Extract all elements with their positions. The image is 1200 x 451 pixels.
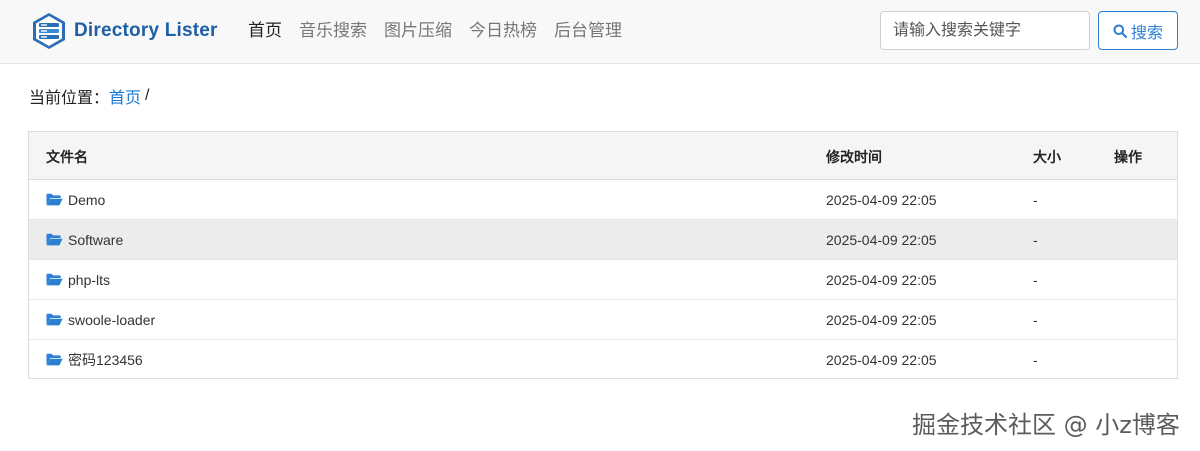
column-header-name[interactable]: 文件名: [46, 147, 88, 167]
table-row[interactable]: Demo 2025-04-09 22:05 -: [29, 180, 1177, 220]
file-name[interactable]: Software: [68, 231, 123, 249]
nav-item-image-compress[interactable]: 图片压缩: [384, 20, 452, 42]
breadcrumb-prefix: 当前位置：: [29, 90, 110, 107]
file-modified: 2025-04-09 22:05: [826, 232, 937, 248]
column-header-size[interactable]: 大小: [1033, 147, 1061, 167]
file-size: -: [1033, 192, 1038, 208]
main-nav: 首页 音乐搜索 图片压缩 今日热榜 后台管理: [248, 20, 639, 42]
watermark: 掘金技术社区 @ 小z博客: [912, 411, 1180, 439]
table-row[interactable]: Software 2025-04-09 22:05 -: [29, 220, 1177, 260]
nav-item-home[interactable]: 首页: [248, 20, 282, 42]
folder-open-icon: [46, 233, 63, 246]
table-header: 文件名 修改时间 大小 操作: [29, 132, 1177, 180]
nav-item-today-hot[interactable]: 今日热榜: [469, 20, 537, 42]
column-header-actions: 操作: [1114, 149, 1142, 165]
file-name[interactable]: Demo: [68, 191, 105, 209]
search-button-label: 搜索: [1130, 24, 1163, 42]
brand[interactable]: Directory Lister: [30, 12, 218, 50]
file-name[interactable]: 密码123456: [68, 351, 143, 369]
breadcrumb-home-link[interactable]: 首页: [109, 84, 141, 108]
file-modified: 2025-04-09 22:05: [826, 192, 937, 208]
table-row[interactable]: 密码123456 2025-04-09 22:05 -: [29, 340, 1177, 380]
file-modified: 2025-04-09 22:05: [826, 272, 937, 288]
file-modified: 2025-04-09 22:05: [826, 312, 937, 328]
table-row[interactable]: php-lts 2025-04-09 22:05 -: [29, 260, 1177, 300]
top-navbar: Directory Lister 首页 音乐搜索 图片压缩 今日热榜 后台管理 …: [0, 0, 1200, 64]
file-size: -: [1033, 232, 1038, 248]
file-size: -: [1033, 312, 1038, 328]
file-table: 文件名 修改时间 大小 操作 Demo 2025-04-09 22:05 - S…: [28, 131, 1178, 379]
folder-open-icon: [46, 353, 63, 366]
folder-open-icon: [46, 313, 63, 326]
file-modified: 2025-04-09 22:05: [826, 352, 937, 368]
search-button[interactable]: 搜索: [1098, 11, 1178, 50]
nav-item-admin[interactable]: 后台管理: [554, 20, 622, 42]
file-name[interactable]: swoole-loader: [68, 311, 155, 329]
folder-open-icon: [46, 193, 63, 206]
file-name[interactable]: php-lts: [68, 271, 110, 289]
search-input[interactable]: [880, 11, 1090, 50]
table-row[interactable]: swoole-loader 2025-04-09 22:05 -: [29, 300, 1177, 340]
search-icon: [1113, 24, 1127, 38]
breadcrumb-separator: /: [145, 87, 150, 104]
column-header-modified[interactable]: 修改时间: [826, 147, 882, 167]
breadcrumb: 当前位置： 首页 /: [29, 84, 149, 108]
folder-open-icon: [46, 273, 63, 286]
file-size: -: [1033, 272, 1038, 288]
file-size: -: [1033, 352, 1038, 368]
brand-name: Directory Lister: [74, 20, 218, 41]
nav-item-music-search[interactable]: 音乐搜索: [299, 20, 367, 42]
database-stack-icon: [33, 13, 65, 49]
